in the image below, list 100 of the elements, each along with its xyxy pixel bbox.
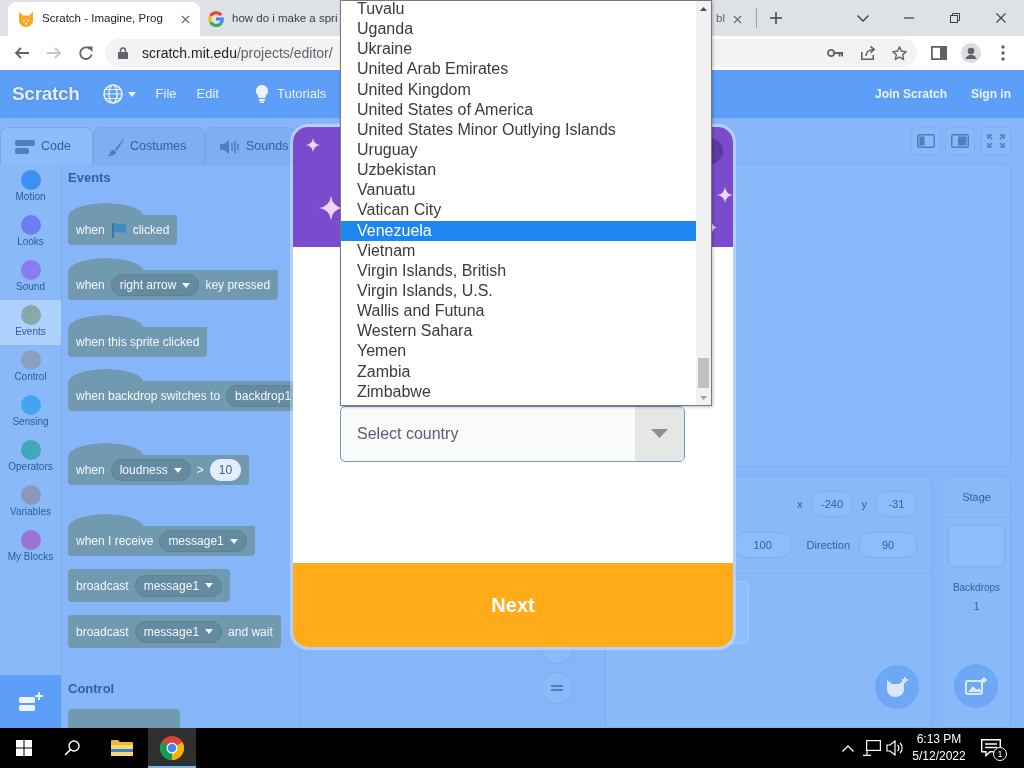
category-item[interactable]: My Blocks — [0, 525, 61, 570]
folder-icon — [111, 739, 133, 757]
category-item[interactable]: Operators — [0, 435, 61, 480]
blocks-icon — [15, 139, 35, 154]
caret-icon — [229, 538, 238, 544]
block-dropdown[interactable]: right arrow — [110, 274, 200, 296]
back-arrow-icon[interactable] — [14, 45, 30, 61]
scratch-logo[interactable]: Scratch — [12, 79, 80, 109]
menu-item[interactable]: Edit — [196, 84, 219, 104]
x-field[interactable]: -240 — [810, 491, 854, 517]
category-item[interactable]: Motion — [0, 165, 61, 210]
y-field[interactable]: -31 — [875, 491, 918, 517]
category-item[interactable]: Looks — [0, 210, 61, 255]
category-item[interactable]: Sensing — [0, 390, 61, 435]
dropdown-option[interactable]: Zambia — [341, 361, 696, 382]
category-item[interactable]: Events — [0, 300, 61, 345]
block-label: broadcast — [76, 577, 129, 595]
dropdown-option[interactable]: Virgin Islands, U.S. — [341, 280, 696, 302]
category-item[interactable]: Control — [0, 345, 61, 390]
code-block[interactable]: when I receive message1 — [68, 514, 255, 556]
block-dropdown[interactable]: message1 — [134, 574, 223, 597]
equals-icon — [551, 685, 563, 691]
network-icon[interactable] — [863, 740, 881, 756]
editor-tab[interactable]: Code — [0, 127, 93, 165]
dropdown-option[interactable]: Uruguay — [341, 140, 696, 161]
side-panel-icon[interactable] — [931, 46, 947, 60]
block-dropdown[interactable]: loudness — [110, 459, 191, 481]
account-link[interactable]: Sign in — [971, 85, 1011, 103]
code-block[interactable]: broadcast message1 — [68, 569, 231, 602]
number-input[interactable]: 10 — [209, 459, 242, 481]
chevron-down-icon[interactable] — [857, 14, 869, 22]
code-block[interactable]: when right arrow key pressed — [68, 258, 279, 300]
dropdown-option[interactable]: Western Sahara — [341, 321, 696, 342]
start-icon[interactable] — [16, 740, 32, 756]
close-icon[interactable] — [181, 14, 190, 24]
browser-tab[interactable]: Scratch - Imagine, Prog — [8, 2, 200, 36]
close-icon[interactable] — [733, 14, 742, 24]
block-dropdown[interactable]: message1 — [159, 530, 247, 552]
g-letter-icon — [208, 11, 224, 27]
country-select[interactable]: Select country — [340, 406, 685, 462]
dropdown-option[interactable]: Vanuatu — [341, 180, 696, 201]
scroll-up-icon[interactable] — [700, 6, 707, 11]
reload-icon[interactable] — [78, 45, 94, 61]
dropdown-option[interactable]: United Arab Emirates — [341, 59, 696, 80]
avatar-icon[interactable] — [961, 43, 981, 63]
volume-icon[interactable] — [886, 740, 904, 756]
menu-item[interactable]: File — [155, 84, 177, 104]
block-label: clicked — [132, 222, 170, 239]
search-icon[interactable] — [64, 740, 80, 756]
caret-icon — [205, 583, 214, 588]
dropdown-option[interactable]: United States of America — [341, 99, 696, 120]
small-stage-icon — [917, 134, 935, 148]
backdrops-label: Backdrops — [951, 581, 1002, 594]
category-item[interactable]: Sound — [0, 255, 61, 300]
chevron-up-icon[interactable] — [842, 744, 854, 752]
block-dropdown[interactable]: message1 — [134, 620, 223, 643]
notification-icon[interactable] — [981, 739, 1001, 757]
dropdown-option[interactable]: United States Minor Outlying Islands — [341, 119, 696, 140]
cat-face-icon — [886, 677, 908, 697]
block-label: and wait — [228, 623, 273, 641]
next-button[interactable]: Next — [293, 563, 733, 647]
share-icon[interactable] — [860, 45, 876, 61]
sparkle-icon — [319, 196, 343, 220]
large-stage-icon — [951, 134, 969, 148]
caret-icon — [205, 629, 214, 634]
code-block[interactable]: when this sprite clicked — [68, 315, 208, 357]
restore-icon[interactable] — [950, 13, 960, 23]
close-icon[interactable] — [996, 13, 1006, 23]
sparkle-icon — [306, 138, 320, 152]
code-block[interactable]: when loudness > 10 — [68, 443, 250, 485]
tutorials-menu[interactable]: Tutorials — [255, 84, 327, 104]
block-label: > — [196, 462, 204, 479]
block-label: when — [76, 222, 105, 239]
code-block[interactable]: broadcast message1 and wait — [68, 615, 281, 648]
backdrops-count: 1 — [972, 600, 981, 613]
editor-tab[interactable]: Costumes — [93, 127, 205, 165]
block-label: when — [76, 462, 105, 479]
dropdown-option[interactable]: Virgin Islands, British — [341, 260, 696, 281]
dropdown-option[interactable]: Vietnam — [341, 240, 696, 261]
direction-field[interactable]: 90 — [858, 532, 918, 558]
dropdown-option[interactable]: Wallis and Futuna — [341, 301, 696, 322]
star-icon[interactable] — [891, 44, 908, 62]
add-extension-icon — [18, 691, 43, 712]
dropdown-option[interactable]: Uzbekistan — [341, 160, 696, 181]
account-link[interactable]: Join Scratch — [874, 85, 947, 103]
category-item[interactable]: Variables — [0, 480, 61, 525]
flag-icon — [110, 222, 127, 238]
notification-count: 1 — [993, 747, 1007, 761]
code-block[interactable]: when clicked — [68, 203, 178, 245]
dropdown-option[interactable]: Ukraine — [341, 39, 696, 60]
dropdown-option[interactable]: Venezuela — [341, 220, 696, 241]
key-icon[interactable] — [827, 48, 843, 58]
dropdown-option[interactable]: Vatican City — [341, 200, 696, 221]
dropdown-option[interactable]: Yemen — [341, 341, 696, 362]
taskbar-app-button[interactable] — [148, 728, 196, 768]
dropdown-option[interactable]: Zimbabwe — [341, 381, 696, 402]
more-menu-icon[interactable] — [1001, 45, 1005, 61]
plus-icon[interactable] — [770, 12, 782, 24]
scrollbar-thumb[interactable] — [698, 358, 709, 388]
dropdown-option[interactable]: United Kingdom — [341, 79, 696, 100]
